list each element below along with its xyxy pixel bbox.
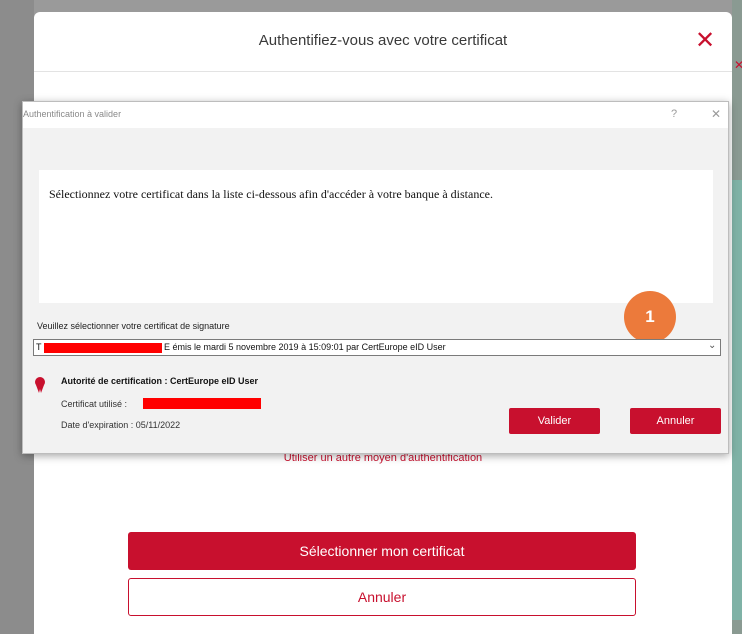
dialog-close-icon[interactable]: ✕ bbox=[711, 107, 721, 121]
message-box: Sélectionnez votre certificat dans la li… bbox=[39, 170, 713, 343]
backdrop-close-mark-icon: ✕ bbox=[734, 58, 742, 72]
backdrop-strip bbox=[732, 180, 742, 620]
backdrop-right: ✕ bbox=[732, 0, 742, 634]
certificate-select-label: Veuillez sélectionner votre certificat d… bbox=[37, 321, 230, 331]
certificate-select[interactable]: T E émis le mardi 5 novembre 2019 à 15:0… bbox=[33, 339, 721, 356]
expiration-date: Date d'expiration : 05/11/2022 bbox=[61, 420, 181, 430]
certificate-ribbon-icon bbox=[35, 377, 45, 393]
modal-title: Authentifiez-vous avec votre certificat bbox=[258, 32, 508, 49]
auth-validation-dialog: Authentification à valider ? ✕ Sélection… bbox=[22, 101, 729, 454]
redaction-bar bbox=[44, 343, 162, 353]
certificate-used-label: Certificat utilisé : bbox=[61, 399, 128, 409]
cancel-button[interactable]: Annuler bbox=[128, 578, 636, 616]
validate-button[interactable]: Valider bbox=[509, 408, 600, 434]
select-value-prefix: T bbox=[36, 342, 42, 352]
step-number-badge: 1 bbox=[624, 291, 676, 343]
chevron-down-icon[interactable]: ⌄ bbox=[708, 340, 716, 351]
certificate-authority: Autorité de certification : CertEurope e… bbox=[61, 376, 259, 386]
dialog-titlebar: Authentification à valider ? ✕ bbox=[23, 102, 728, 128]
redaction-bar bbox=[143, 398, 261, 409]
instruction-message: Sélectionnez votre certificat dans la li… bbox=[49, 187, 493, 201]
modal-header: Authentifiez-vous avec votre certificat … bbox=[34, 12, 732, 72]
select-value: E émis le mardi 5 novembre 2019 à 15:09:… bbox=[164, 342, 446, 352]
select-certificate-button[interactable]: Sélectionner mon certificat bbox=[128, 532, 636, 570]
dialog-title: Authentification à valider bbox=[23, 109, 122, 119]
close-icon[interactable]: ✕ bbox=[692, 28, 718, 54]
dialog-cancel-button[interactable]: Annuler bbox=[630, 408, 721, 434]
help-icon[interactable]: ? bbox=[671, 108, 677, 120]
